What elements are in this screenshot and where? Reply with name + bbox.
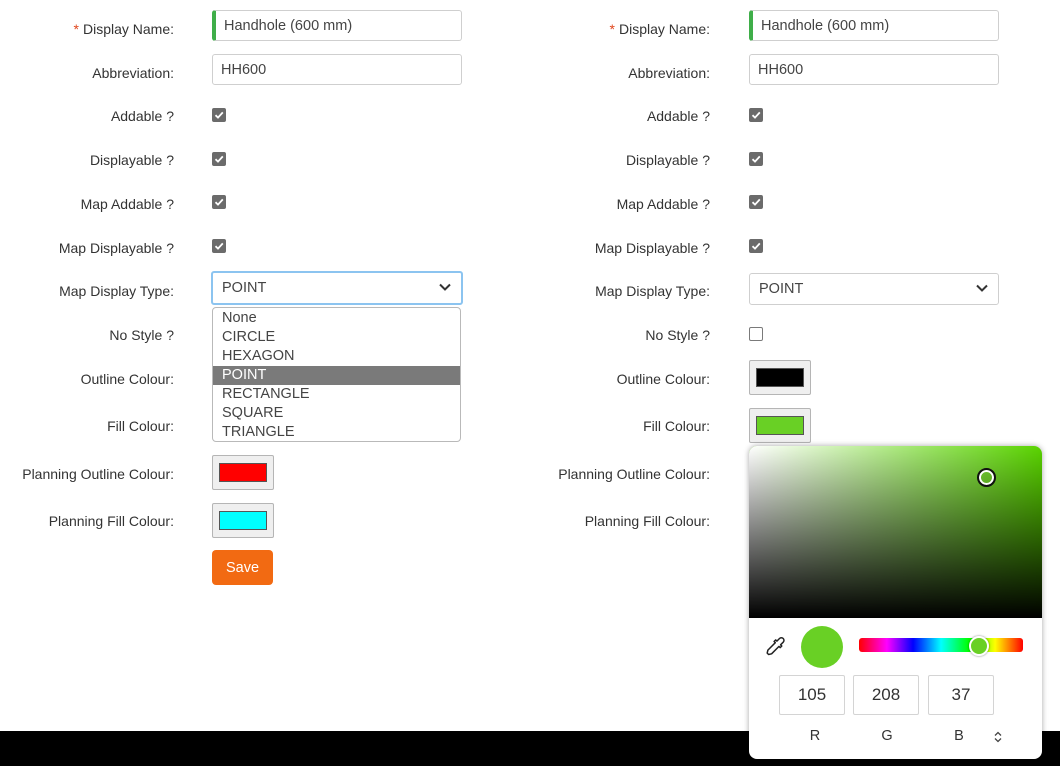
map-display-type-options: None CIRCLE HEXAGON POINT RECTANGLE SQUA… xyxy=(212,307,461,442)
chevron-down-icon xyxy=(438,280,452,296)
green-input[interactable]: 208 xyxy=(853,675,919,715)
option-triangle[interactable]: TRIANGLE xyxy=(213,423,460,441)
option-rectangle[interactable]: RECTANGLE xyxy=(213,385,460,404)
map-addable-label: Map Addable ? xyxy=(616,196,710,212)
planning-outline-colour-label: Planning Outline Colour: xyxy=(22,466,174,482)
displayable-label: Displayable ? xyxy=(625,152,710,168)
planning-outline-colour-label: Planning Outline Colour: xyxy=(558,466,710,482)
option-circle[interactable]: CIRCLE xyxy=(213,328,460,347)
addable-checkbox[interactable] xyxy=(749,108,763,122)
no-style-label: No Style ? xyxy=(645,327,710,343)
display-name-label: * Display Name: xyxy=(73,21,174,37)
displayable-label: Displayable ? xyxy=(89,152,174,168)
fill-colour-label: Fill Colour: xyxy=(643,418,710,434)
save-button[interactable]: Save xyxy=(212,550,273,585)
blue-label: B xyxy=(954,728,964,744)
addable-label: Addable ? xyxy=(110,108,174,124)
abbreviation-input[interactable]: HH600 xyxy=(212,54,462,85)
map-display-type-select[interactable]: POINT xyxy=(211,271,463,305)
map-addable-label: Map Addable ? xyxy=(80,196,174,212)
display-name-input[interactable]: Handhole (600 mm) xyxy=(212,10,462,41)
fill-colour-swatch[interactable] xyxy=(749,408,811,443)
outline-colour-swatch[interactable] xyxy=(749,360,811,395)
map-displayable-label: Map Displayable ? xyxy=(58,240,174,256)
no-style-label: No Style ? xyxy=(109,327,174,343)
map-displayable-checkbox[interactable] xyxy=(749,239,763,253)
map-display-type-label: Map Display Type: xyxy=(59,283,174,299)
planning-fill-colour-label: Planning Fill Colour: xyxy=(584,513,710,529)
display-name-label: * Display Name: xyxy=(609,21,710,37)
option-point[interactable]: POINT xyxy=(213,366,460,385)
displayable-checkbox[interactable] xyxy=(212,152,226,166)
swatch-fill xyxy=(219,511,267,530)
swatch-fill xyxy=(219,463,267,482)
abbreviation-label: Abbreviation: xyxy=(628,65,710,81)
swatch-fill xyxy=(756,416,804,435)
required-mark: * xyxy=(73,21,79,37)
addable-checkbox[interactable] xyxy=(212,108,226,122)
saturation-value-area[interactable] xyxy=(749,446,1042,618)
format-toggle-icon[interactable] xyxy=(993,730,1003,746)
hue-slider[interactable] xyxy=(859,638,1023,652)
color-preview xyxy=(801,626,843,668)
blue-input[interactable]: 37 xyxy=(928,675,994,715)
eyedropper-icon[interactable] xyxy=(764,636,786,661)
chevron-down-icon xyxy=(975,281,989,297)
swatch-fill xyxy=(756,368,804,387)
map-displayable-label: Map Displayable ? xyxy=(594,240,710,256)
red-input[interactable]: 105 xyxy=(779,675,845,715)
addable-label: Addable ? xyxy=(646,108,710,124)
outline-colour-label: Outline Colour: xyxy=(80,371,174,387)
option-hexagon[interactable]: HEXAGON xyxy=(213,347,460,366)
planning-fill-colour-label: Planning Fill Colour: xyxy=(48,513,174,529)
map-display-type-select[interactable]: POINT xyxy=(749,273,999,305)
planning-fill-colour-swatch[interactable] xyxy=(212,503,274,538)
no-style-checkbox[interactable] xyxy=(749,327,763,341)
green-label: G xyxy=(881,728,893,744)
abbreviation-label: Abbreviation: xyxy=(92,65,174,81)
display-name-input[interactable]: Handhole (600 mm) xyxy=(749,10,999,41)
displayable-checkbox[interactable] xyxy=(749,152,763,166)
hue-handle[interactable] xyxy=(969,636,989,656)
option-square[interactable]: SQUARE xyxy=(213,404,460,423)
map-addable-checkbox[interactable] xyxy=(749,195,763,209)
map-display-type-label: Map Display Type: xyxy=(595,283,710,299)
red-label: R xyxy=(809,728,821,744)
map-addable-checkbox[interactable] xyxy=(212,195,226,209)
outline-colour-label: Outline Colour: xyxy=(616,371,710,387)
saturation-handle[interactable] xyxy=(977,468,996,487)
required-mark: * xyxy=(609,21,615,37)
fill-colour-label: Fill Colour: xyxy=(107,418,174,434)
abbreviation-input[interactable]: HH600 xyxy=(749,54,999,85)
option-none[interactable]: None xyxy=(213,309,460,328)
map-displayable-checkbox[interactable] xyxy=(212,239,226,253)
planning-outline-colour-swatch[interactable] xyxy=(212,455,274,490)
color-picker-popup: 105 208 37 R G B xyxy=(749,446,1042,759)
